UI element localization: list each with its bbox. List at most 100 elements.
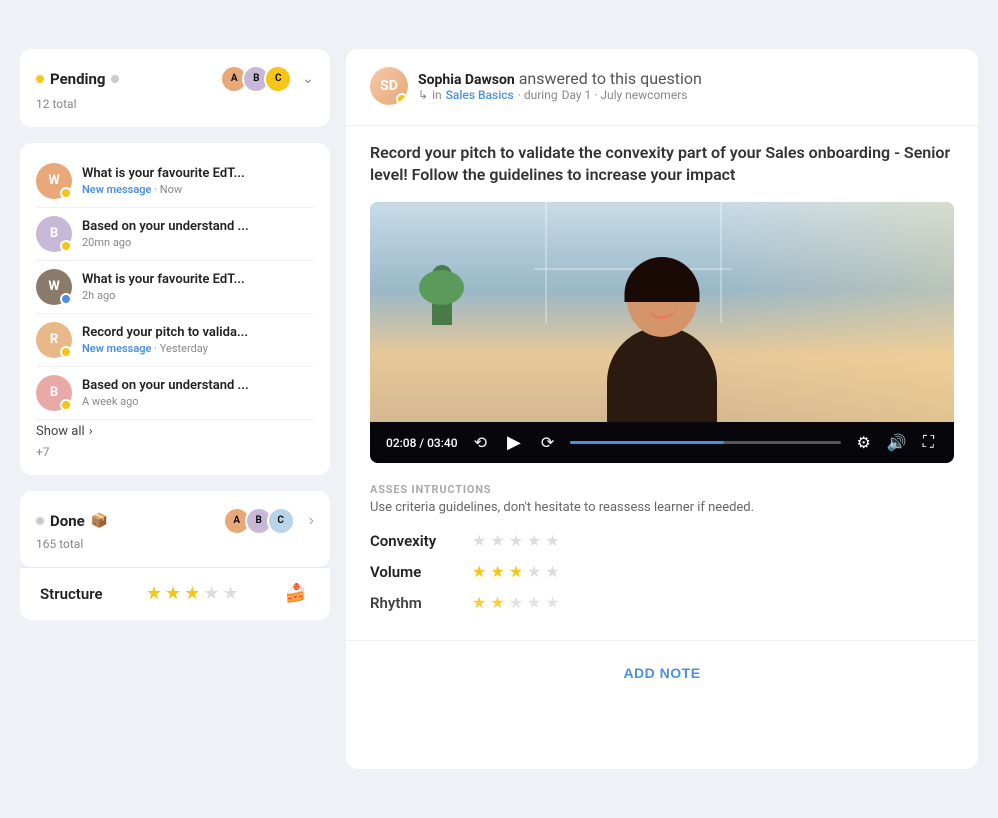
conversation-title: What is your favourite EdT... xyxy=(82,166,314,181)
cstar-1[interactable]: ★ xyxy=(472,593,486,612)
done-title: Done 📦 xyxy=(36,512,108,530)
pending-dot xyxy=(36,75,44,83)
avatar: C xyxy=(264,65,292,93)
conversation-meta: A week ago xyxy=(82,395,314,408)
right-panel-header: SD Sophia Dawson answered to this questi… xyxy=(346,49,978,126)
structure-label: Structure xyxy=(40,585,103,603)
cstar-4[interactable]: ★ xyxy=(527,593,541,612)
criteria-stars[interactable]: ★ ★ ★ ★ ★ xyxy=(472,593,560,612)
done-card: Done 📦 A B C › 165 total xyxy=(20,491,330,567)
cstar-4[interactable]: ★ xyxy=(527,562,541,581)
cstar-3[interactable]: ★ xyxy=(509,531,523,550)
pending-info-dot xyxy=(111,75,119,83)
criteria-stars[interactable]: ★ ★ ★ ★ ★ xyxy=(472,562,560,581)
badge-icon: 🍰 xyxy=(282,580,310,608)
assessment-label: ASSES INTRUCTIONS xyxy=(370,483,954,496)
conversation-meta: 20mn ago xyxy=(82,236,314,249)
conversation-info: Based on your understand ... A week ago xyxy=(82,378,314,408)
done-total: 165 total xyxy=(36,537,314,551)
conversation-info: Record your pitch to valida... New messa… xyxy=(82,325,314,355)
avatar: W xyxy=(36,269,72,305)
conversation-title: Based on your understand ... xyxy=(82,378,314,393)
star-1[interactable]: ★ xyxy=(146,583,162,604)
done-dot xyxy=(36,517,44,525)
avatar: W xyxy=(36,163,72,199)
pending-total: 12 total xyxy=(36,97,314,111)
done-avatars: A B C xyxy=(223,507,295,535)
forward-button[interactable]: ⟳ xyxy=(537,431,558,455)
star-2[interactable]: ★ xyxy=(165,583,181,604)
new-message-badge: New message xyxy=(82,342,151,355)
breadcrumb-during: · during xyxy=(518,88,558,102)
conversation-meta: 2h ago xyxy=(82,289,314,302)
cstar-3[interactable]: ★ xyxy=(509,593,523,612)
video-progress-fill xyxy=(570,441,724,444)
conversation-item[interactable]: W What is your favourite EdT... New mess… xyxy=(36,155,314,208)
reply-icon: ↳ xyxy=(418,88,428,102)
user-name-line: Sophia Dawson answered to this question xyxy=(418,69,702,88)
play-pause-button[interactable]: ▶ xyxy=(503,430,525,455)
cstar-5[interactable]: ★ xyxy=(545,562,559,581)
add-note-button[interactable]: ADD NOTE xyxy=(599,657,724,689)
video-player[interactable]: 02:08 / 03:40 ⟲ ▶ ⟳ ⚙ 🔊 ⛶ xyxy=(370,202,954,463)
video-controls: 02:08 / 03:40 ⟲ ▶ ⟳ ⚙ 🔊 ⛶ xyxy=(370,422,954,463)
left-panel: Pending A B C ⌄ 12 total W xyxy=(20,49,330,770)
cstar-2[interactable]: ★ xyxy=(490,562,504,581)
fullscreen-button[interactable]: ⛶ xyxy=(919,432,938,454)
course-link[interactable]: Sales Basics xyxy=(446,88,514,102)
cstar-5[interactable]: ★ xyxy=(545,531,559,550)
structure-stars[interactable]: ★ ★ ★ ★ ★ xyxy=(146,583,239,604)
done-label: Done xyxy=(50,512,85,530)
breadcrumb: ↳ in Sales Basics · during Day 1 · July … xyxy=(418,88,702,102)
user-avatar: SD xyxy=(370,67,408,105)
conversation-info: Based on your understand ... 20mn ago xyxy=(82,219,314,249)
cstar-1[interactable]: ★ xyxy=(472,531,486,550)
pending-avatars: A B C xyxy=(220,65,292,93)
show-all-link[interactable]: Show all › xyxy=(36,420,314,441)
video-current-time: 02:08 / 03:40 xyxy=(386,436,458,450)
user-info: Sophia Dawson answered to this question … xyxy=(418,69,702,102)
cstar-2[interactable]: ★ xyxy=(490,593,504,612)
cstar-4[interactable]: ★ xyxy=(527,531,541,550)
conversation-item[interactable]: B Based on your understand ... 20mn ago xyxy=(36,208,314,261)
new-message-badge: New message xyxy=(82,183,151,196)
conversation-title: Based on your understand ... xyxy=(82,219,314,234)
video-thumbnail xyxy=(370,202,954,422)
cstar-1[interactable]: ★ xyxy=(472,562,486,581)
plus-more-count: +7 xyxy=(36,441,314,463)
pending-label: Pending xyxy=(50,70,105,88)
settings-button[interactable]: ⚙ xyxy=(853,431,875,455)
replay-button[interactable]: ⟲ xyxy=(470,431,491,455)
pending-collapse-button[interactable]: ⌄ xyxy=(302,70,314,87)
done-expand-button[interactable]: › xyxy=(309,512,314,530)
star-4[interactable]: ★ xyxy=(203,583,219,604)
conversation-info: What is your favourite EdT... 2h ago xyxy=(82,272,314,302)
pending-title: Pending xyxy=(36,70,119,88)
assessment-section: ASSES INTRUCTIONS Use criteria guideline… xyxy=(346,479,978,640)
avatar: C xyxy=(267,507,295,535)
cstar-5[interactable]: ★ xyxy=(545,593,559,612)
star-5[interactable]: ★ xyxy=(222,583,238,604)
criteria-stars[interactable]: ★ ★ ★ ★ ★ xyxy=(472,531,560,550)
chevron-right-icon: › xyxy=(89,424,93,439)
add-note-bar: ADD NOTE xyxy=(346,640,978,689)
structure-bar: Structure ★ ★ ★ ★ ★ 🍰 xyxy=(20,567,330,620)
avatar: B xyxy=(36,216,72,252)
cstar-2[interactable]: ★ xyxy=(490,531,504,550)
archive-icon: 📦 xyxy=(91,513,108,529)
conversation-meta: New message · Now xyxy=(82,183,314,196)
video-progress-bar[interactable] xyxy=(570,441,840,444)
video-controls-right: ⚙ 🔊 ⛶ xyxy=(853,431,938,455)
star-3[interactable]: ★ xyxy=(184,583,200,604)
cstar-3[interactable]: ★ xyxy=(509,562,523,581)
criteria-name: Volume xyxy=(370,563,460,581)
volume-button[interactable]: 🔊 xyxy=(883,431,911,455)
criteria-name: Rhythm xyxy=(370,594,460,612)
avatar: B xyxy=(36,375,72,411)
conversation-item[interactable]: W What is your favourite EdT... 2h ago xyxy=(36,261,314,314)
conversation-item[interactable]: B Based on your understand ... A week ag… xyxy=(36,367,314,420)
pending-card: Pending A B C ⌄ 12 total xyxy=(20,49,330,127)
conversations-card: W What is your favourite EdT... New mess… xyxy=(20,143,330,475)
conversation-title: What is your favourite EdT... xyxy=(82,272,314,287)
conversation-item[interactable]: R Record your pitch to valida... New mes… xyxy=(36,314,314,367)
